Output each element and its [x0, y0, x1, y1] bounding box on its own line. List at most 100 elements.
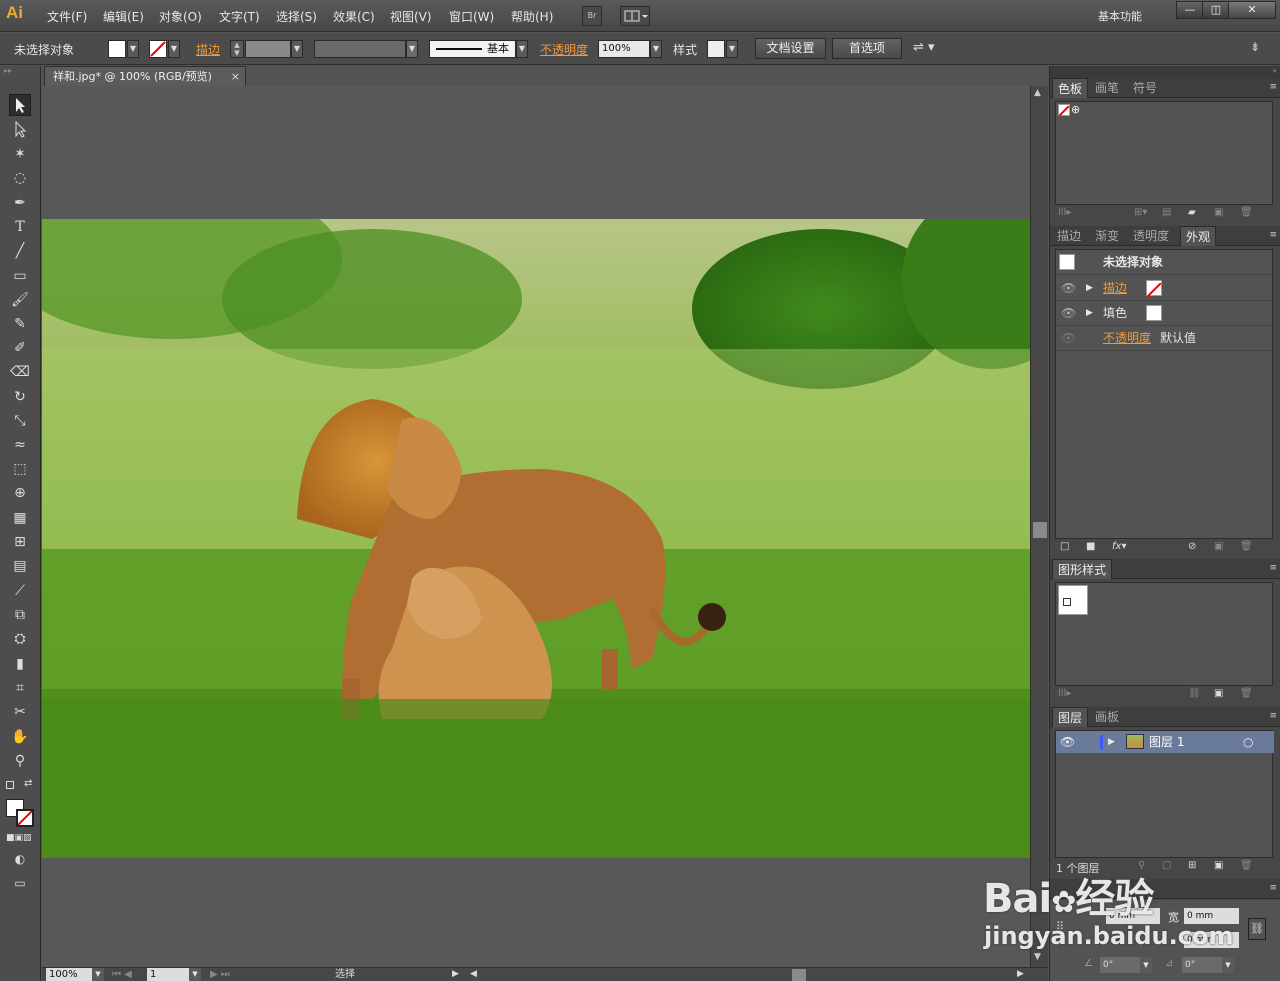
- stroke-weight-dropdown[interactable]: ▼: [291, 40, 303, 58]
- pen-tool-icon[interactable]: ✒: [9, 192, 31, 214]
- pencil-tool-icon[interactable]: ✎: [9, 313, 31, 335]
- opacity-input[interactable]: 100%: [598, 40, 650, 58]
- new-color-group-icon[interactable]: ▰: [1188, 207, 1196, 218]
- blend-tool-icon[interactable]: ⧉: [9, 604, 31, 626]
- style-swatch[interactable]: [707, 40, 725, 58]
- status-menu-icon[interactable]: ▶: [452, 968, 459, 981]
- tab-gradient[interactable]: 渐变: [1090, 226, 1124, 246]
- delete-swatch-icon[interactable]: 🗑: [1240, 207, 1253, 218]
- rectangle-tool-icon[interactable]: ▭: [9, 265, 31, 287]
- tab-graphic-styles[interactable]: 图形样式: [1052, 559, 1113, 579]
- new-sublayer-icon[interactable]: ⊞: [1188, 860, 1196, 871]
- selection-tool-icon[interactable]: [9, 94, 31, 116]
- layer-target-icon[interactable]: ○: [1243, 731, 1253, 753]
- artboard-canvas[interactable]: [42, 86, 1030, 967]
- stroke-weight-input[interactable]: [245, 40, 291, 58]
- fill-dropdown[interactable]: ▼: [127, 40, 139, 58]
- artboard-tool-icon[interactable]: ⌗: [9, 677, 31, 699]
- eyedropper-tool-icon[interactable]: ⟋: [9, 580, 31, 602]
- artboard-nav-prev-icon[interactable]: ⏮ ◀: [112, 968, 132, 981]
- close-button[interactable]: ✕: [1228, 1, 1276, 19]
- swatch-library-icon[interactable]: lll▸: [1058, 207, 1071, 218]
- current-tool-status[interactable]: 选择: [335, 968, 355, 981]
- appearance-stroke-row[interactable]: 👁 ▶ 描边: [1056, 276, 1274, 301]
- symbol-sprayer-tool-icon[interactable]: ⛭: [9, 628, 31, 650]
- default-colors-icon[interactable]: [6, 781, 14, 789]
- panel-menu-icon[interactable]: ≡: [1269, 711, 1277, 721]
- expand-arrow-icon[interactable]: ▶: [1086, 276, 1093, 301]
- arrange-documents-button[interactable]: [620, 6, 650, 26]
- scroll-up-icon[interactable]: ▲: [1034, 88, 1041, 98]
- horizontal-scroll-thumb[interactable]: [792, 969, 806, 981]
- show-kinds-icon[interactable]: ⊞▾: [1134, 207, 1147, 218]
- fill-swatch[interactable]: [108, 40, 126, 58]
- stroke-swatch[interactable]: [149, 40, 167, 58]
- menu-type[interactable]: 文字(T): [219, 8, 260, 25]
- panel-menu-icon[interactable]: ≡: [1269, 230, 1277, 240]
- break-link-icon[interactable]: ⛓: [1188, 688, 1201, 699]
- style-dropdown[interactable]: ▼: [726, 40, 738, 58]
- rotate-input[interactable]: 0°: [1100, 957, 1140, 973]
- document-tab[interactable]: 祥和.jpg* @ 100% (RGB/预览) ×: [44, 66, 246, 86]
- shear-input[interactable]: 0°: [1182, 957, 1222, 973]
- brush-definition[interactable]: 基本: [429, 40, 516, 58]
- panel-menu-icon[interactable]: ≡: [1269, 883, 1277, 893]
- scale-tool-icon[interactable]: ⤡: [9, 410, 31, 432]
- add-effect-fx-icon[interactable]: fx▾: [1112, 541, 1126, 552]
- rotate-dropdown[interactable]: ▼: [1140, 957, 1152, 973]
- appearance-fill-row[interactable]: 👁 ▶ 填色: [1056, 301, 1274, 326]
- hand-tool-icon[interactable]: ✋: [9, 726, 31, 748]
- menu-edit[interactable]: 编辑(E): [103, 8, 144, 25]
- appearance-stroke-label[interactable]: 描边: [1103, 276, 1127, 301]
- artboard-nav-next-icon[interactable]: ▶ ⏭: [210, 968, 230, 981]
- delete-layer-icon[interactable]: 🗑: [1240, 860, 1253, 871]
- new-style-icon[interactable]: ▣: [1214, 688, 1223, 699]
- make-clipping-mask-icon[interactable]: ▢: [1162, 860, 1171, 871]
- zoom-dropdown[interactable]: ▼: [92, 968, 104, 981]
- type-tool-icon[interactable]: T: [9, 216, 31, 238]
- tab-brushes[interactable]: 画笔: [1090, 78, 1124, 98]
- tab-symbols[interactable]: 符号: [1128, 78, 1162, 98]
- tab-stroke[interactable]: 描边: [1052, 226, 1086, 246]
- constrain-proportions-icon[interactable]: ⛓: [1248, 918, 1266, 940]
- new-swatch-icon[interactable]: ▣: [1214, 207, 1223, 218]
- scroll-left-icon[interactable]: ◀: [470, 968, 477, 981]
- delete-style-icon[interactable]: 🗑: [1240, 688, 1253, 699]
- warp-tool-icon[interactable]: ≈: [9, 434, 31, 456]
- swap-colors-icon[interactable]: ⇄: [24, 778, 32, 789]
- bridge-button[interactable]: Br: [582, 6, 602, 26]
- appearance-stroke-swatch[interactable]: [1146, 280, 1162, 298]
- magic-wand-tool-icon[interactable]: ✶: [9, 143, 31, 165]
- layer-row[interactable]: 👁 ▶ 图层 1 ○: [1056, 731, 1274, 753]
- eraser-tool-icon[interactable]: ⌫: [9, 361, 31, 383]
- mesh-tool-icon[interactable]: ⊞: [9, 531, 31, 553]
- menu-help[interactable]: 帮助(H): [511, 8, 553, 25]
- close-tab-icon[interactable]: ×: [231, 67, 240, 86]
- layer-name[interactable]: 图层 1: [1149, 731, 1184, 753]
- column-graph-tool-icon[interactable]: ▮: [9, 653, 31, 675]
- minimize-button[interactable]: —: [1176, 1, 1204, 19]
- menu-effect[interactable]: 效果(C): [333, 8, 375, 25]
- artboard-dropdown[interactable]: ▼: [189, 968, 201, 981]
- shear-dropdown[interactable]: ▼: [1222, 957, 1234, 973]
- document-setup-button[interactable]: 文档设置: [755, 38, 826, 59]
- appearance-opacity-label[interactable]: 不透明度: [1103, 326, 1151, 351]
- add-fill-icon[interactable]: ■: [1086, 541, 1095, 552]
- stroke-color-icon[interactable]: [16, 809, 34, 827]
- menu-window[interactable]: 窗口(W): [449, 8, 494, 25]
- tab-swatches[interactable]: 色板: [1052, 78, 1089, 98]
- free-transform-tool-icon[interactable]: ⬚: [9, 458, 31, 480]
- control-menu-icon[interactable]: ⇟: [1250, 40, 1260, 54]
- duplicate-item-icon[interactable]: ▣: [1214, 541, 1223, 552]
- tab-artboards[interactable]: 画板: [1090, 707, 1124, 727]
- delete-item-icon[interactable]: 🗑: [1240, 541, 1253, 552]
- blob-brush-tool-icon[interactable]: ✐: [9, 337, 31, 359]
- rotate-tool-icon[interactable]: ↻: [9, 386, 31, 408]
- artboard-number-input[interactable]: 1: [147, 968, 189, 981]
- appearance-fill-swatch[interactable]: [1146, 305, 1162, 321]
- add-stroke-icon[interactable]: □: [1060, 541, 1069, 552]
- swatch-options-icon[interactable]: ▤: [1162, 207, 1171, 218]
- opacity-label[interactable]: 不透明度: [540, 41, 588, 58]
- shape-builder-tool-icon[interactable]: ⊕: [9, 482, 31, 504]
- scroll-right-icon[interactable]: ▶: [1017, 968, 1024, 981]
